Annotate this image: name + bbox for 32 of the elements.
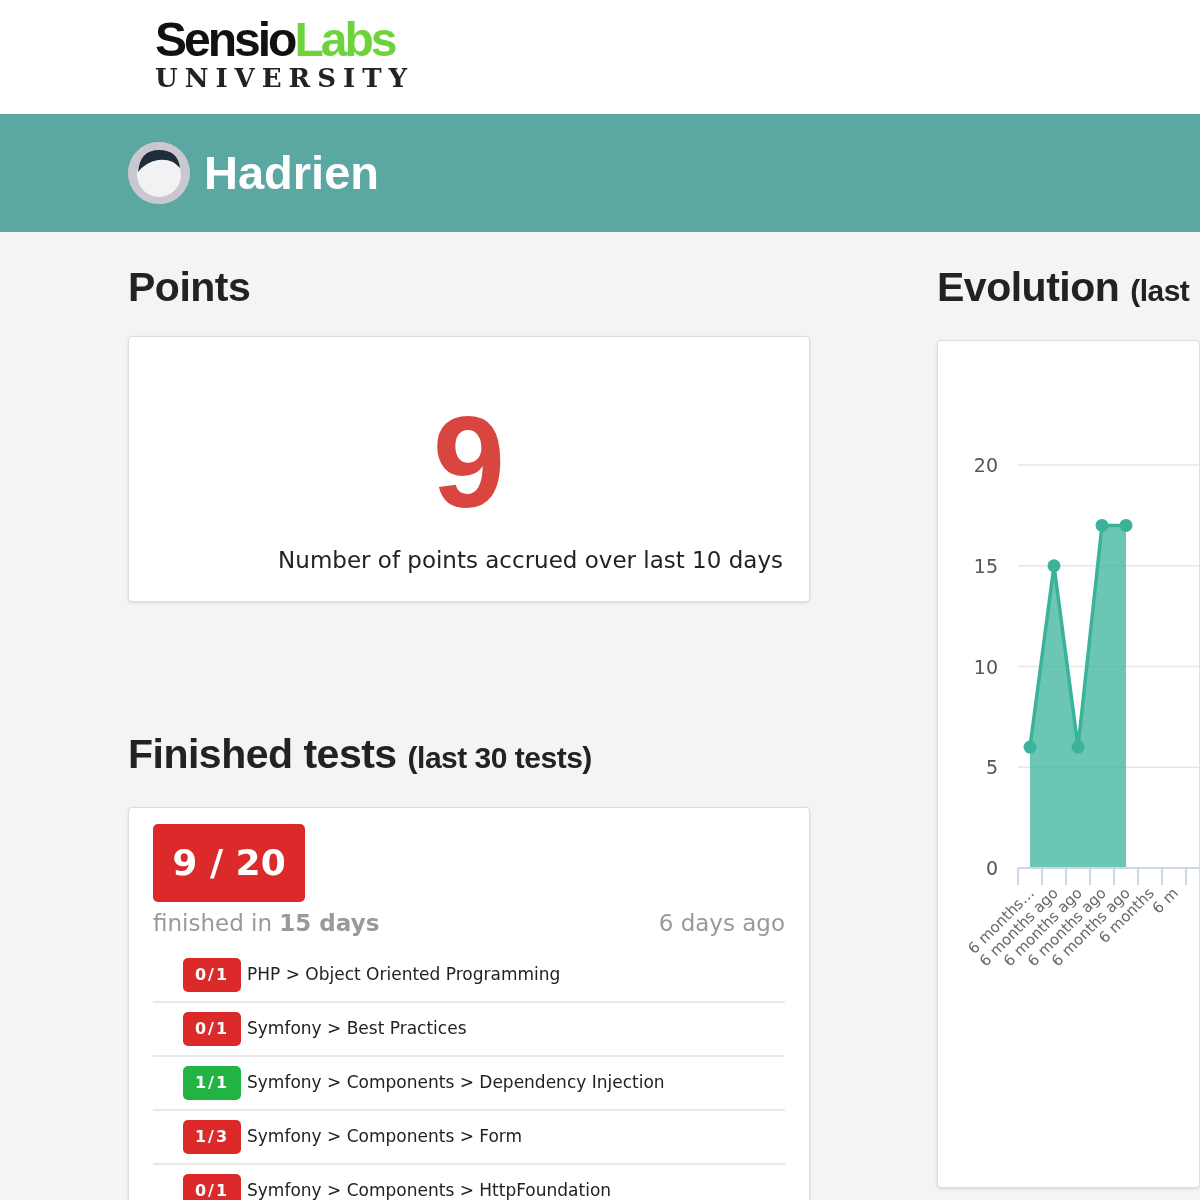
score-badge: 1/1 <box>183 1065 241 1100</box>
score-badge: 0/1 <box>183 957 241 992</box>
y-axis-label: 10 <box>973 655 998 678</box>
logo-wordmark: SensioLabs <box>155 18 395 62</box>
points-caption: Number of points accrued over last 10 days <box>278 546 783 575</box>
data-point <box>1071 740 1085 754</box>
test-name: Symfony > Components > HttpFoundation <box>247 1178 612 1200</box>
points-value: 9 <box>432 397 506 527</box>
data-point <box>1023 740 1037 754</box>
test-name: PHP > Object Oriented Programming <box>247 962 561 986</box>
test-name: Symfony > Components > Dependency Injection <box>247 1070 665 1094</box>
user-name: Hadrien <box>204 144 379 201</box>
y-axis-label: 5 <box>985 756 998 779</box>
y-axis-label: 20 <box>973 454 998 476</box>
y-axis-label: 0 <box>985 857 998 879</box>
test-date: 6 days ago <box>658 909 785 938</box>
score-badge: 1/3 <box>183 1119 241 1154</box>
section-title: Finished tests (last 30 tests) <box>128 730 593 779</box>
data-point <box>1119 518 1133 532</box>
test-name: Symfony > Components > Form <box>247 1124 523 1148</box>
section-title: Points <box>128 263 252 312</box>
score-badge: 0/1 <box>183 1173 241 1200</box>
y-axis-label: 15 <box>973 554 998 577</box>
test-name: Symfony > Best Practices <box>247 1016 467 1040</box>
data-point <box>1047 559 1061 573</box>
score-badge: 9 / 20 <box>153 824 305 902</box>
section-title: Evolution (last <box>937 263 1191 312</box>
score-badge: 0/1 <box>183 1011 241 1046</box>
avatar <box>128 142 190 204</box>
logo-subtitle: UNIVERSITY <box>155 63 415 93</box>
test-duration: finished in 15 days <box>153 909 380 938</box>
data-point <box>1095 518 1109 532</box>
